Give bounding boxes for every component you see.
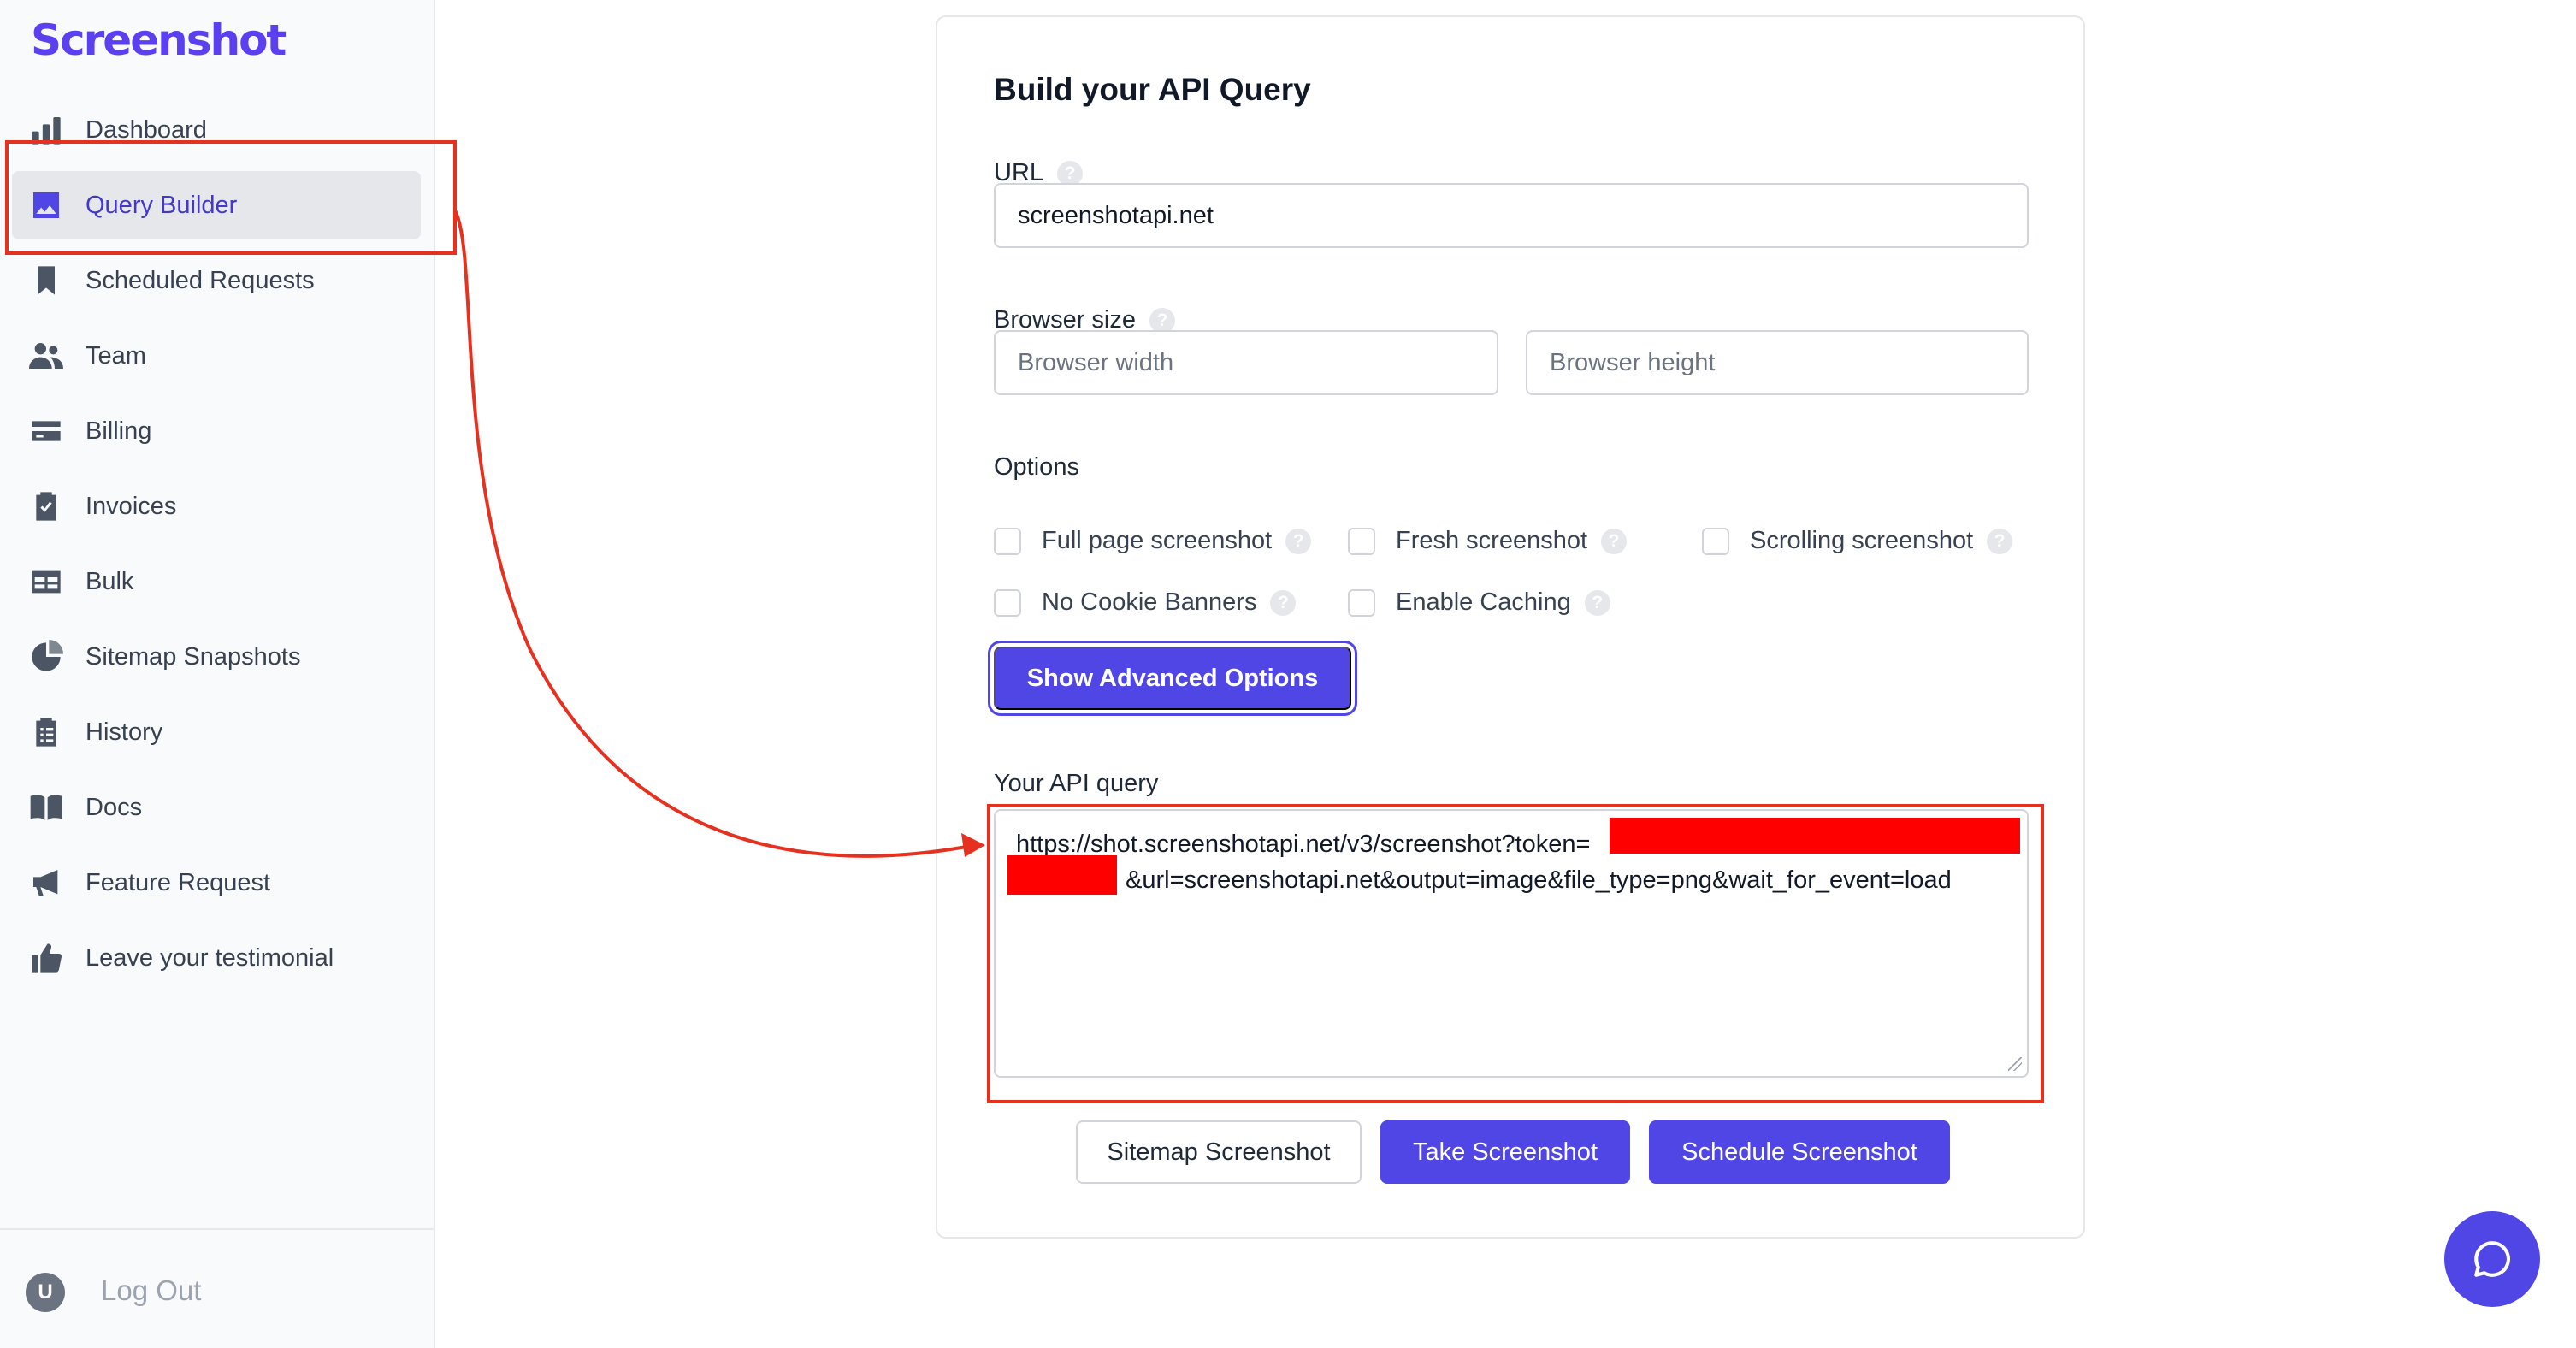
sidebar-footer: U Log Out bbox=[0, 1228, 435, 1348]
pie-chart-icon bbox=[29, 640, 63, 674]
page-title: Build your API Query bbox=[994, 72, 1311, 107]
token-redaction bbox=[1007, 855, 1117, 895]
api-query-text-1: https://shot.screenshotapi.net/v3/screen… bbox=[1016, 831, 1591, 858]
brand-logo[interactable]: Screenshot bbox=[31, 15, 287, 65]
sidebar-item-team[interactable]: Team bbox=[12, 322, 421, 390]
browser-width-input[interactable] bbox=[994, 330, 1498, 395]
schedule-screenshot-button[interactable]: Schedule Screenshot bbox=[1649, 1120, 1950, 1184]
clipboard-list-icon bbox=[29, 715, 63, 749]
help-icon[interactable]: ? bbox=[1057, 160, 1084, 186]
sidebar-item-label: Scheduled Requests bbox=[86, 266, 315, 294]
app-root: Screenshot Dashboard Query Builder Sched… bbox=[0, 0, 2576, 1348]
help-icon[interactable]: ? bbox=[1584, 589, 1610, 616]
sidebar-item-label: Invoices bbox=[86, 492, 177, 520]
option-enable-caching[interactable]: Enable Caching ? bbox=[1348, 588, 1610, 617]
browser-height-input[interactable] bbox=[1526, 330, 2029, 395]
sidebar-item-docs[interactable]: Docs bbox=[12, 773, 421, 842]
fresh-checkbox[interactable] bbox=[1348, 527, 1375, 555]
bar-chart-icon bbox=[29, 113, 63, 147]
full-page-checkbox[interactable] bbox=[994, 527, 1021, 555]
sidebar-item-label: Billing bbox=[86, 417, 152, 445]
sidebar-item-leave-testimonial[interactable]: Leave your testimonial bbox=[12, 924, 421, 992]
sidebar-item-billing[interactable]: Billing bbox=[12, 397, 421, 465]
option-full-page-screenshot[interactable]: Full page screenshot ? bbox=[994, 527, 1312, 555]
credit-card-icon bbox=[29, 414, 63, 448]
options-label: Options bbox=[994, 453, 1079, 482]
bookmark-icon bbox=[29, 263, 63, 298]
options-label-text: Options bbox=[994, 453, 1079, 481]
option-scrolling-screenshot[interactable]: Scrolling screenshot ? bbox=[1702, 527, 2013, 555]
scrolling-checkbox[interactable] bbox=[1702, 527, 1729, 555]
sidebar-item-label: Query Builder bbox=[86, 191, 238, 219]
help-icon[interactable]: ? bbox=[1601, 528, 1628, 554]
query-builder-card: Build your API Query URL ? Browser size … bbox=[936, 15, 2085, 1239]
option-label: Scrolling screenshot bbox=[1750, 527, 1974, 554]
book-open-icon bbox=[29, 790, 63, 825]
clipboard-check-icon bbox=[29, 489, 63, 523]
token-redaction bbox=[1610, 818, 2020, 854]
sidebar-item-label: History bbox=[86, 718, 163, 746]
help-icon[interactable]: ? bbox=[1149, 307, 1175, 334]
table-icon bbox=[29, 565, 63, 599]
sidebar-item-label: Bulk bbox=[86, 567, 134, 595]
sidebar-item-scheduled-requests[interactable]: Scheduled Requests bbox=[12, 246, 421, 315]
resize-handle[interactable] bbox=[2008, 1057, 2022, 1071]
option-label: Fresh screenshot bbox=[1396, 527, 1588, 554]
sidebar-item-sitemap-snapshots[interactable]: Sitemap Snapshots bbox=[12, 623, 421, 691]
no-cookie-banners-checkbox[interactable] bbox=[994, 588, 1021, 617]
sidebar-item-feature-request[interactable]: Feature Request bbox=[12, 848, 421, 917]
api-query-line-2: &url=screenshotapi.net&output=image&file… bbox=[1016, 862, 2006, 898]
option-label: Full page screenshot bbox=[1042, 527, 1273, 554]
show-advanced-options-button[interactable]: Show Advanced Options bbox=[994, 647, 1351, 710]
sidebar-item-query-builder[interactable]: Query Builder bbox=[12, 171, 421, 239]
help-icon[interactable]: ? bbox=[1285, 528, 1312, 554]
sidebar-item-bulk[interactable]: Bulk bbox=[12, 547, 421, 616]
api-query-label-text: Your API query bbox=[994, 770, 1159, 797]
users-icon bbox=[29, 339, 63, 373]
sidebar-item-label: Docs bbox=[86, 793, 143, 821]
avatar[interactable]: U bbox=[26, 1273, 65, 1312]
sidebar-item-history[interactable]: History bbox=[12, 698, 421, 766]
option-label: Enable Caching bbox=[1396, 588, 1571, 616]
option-label: No Cookie Banners bbox=[1042, 588, 1257, 616]
option-fresh-screenshot[interactable]: Fresh screenshot ? bbox=[1348, 527, 1628, 555]
sidebar-item-label: Leave your testimonial bbox=[86, 943, 334, 972]
sidebar: Screenshot Dashboard Query Builder Sched… bbox=[0, 0, 435, 1348]
chat-bubble-icon bbox=[2474, 1241, 2510, 1277]
sidebar-item-dashboard[interactable]: Dashboard bbox=[12, 96, 421, 164]
enable-caching-checkbox[interactable] bbox=[1348, 588, 1375, 617]
megaphone-icon bbox=[29, 866, 63, 900]
sidebar-item-label: Team bbox=[86, 341, 146, 370]
sitemap-screenshot-button[interactable]: Sitemap Screenshot bbox=[1076, 1120, 1362, 1184]
api-query-text-2: &url=screenshotapi.net&output=image&file… bbox=[1126, 866, 1952, 894]
sidebar-item-label: Dashboard bbox=[86, 115, 207, 144]
take-screenshot-button[interactable]: Take Screenshot bbox=[1380, 1120, 1630, 1184]
sidebar-item-label: Feature Request bbox=[86, 868, 271, 896]
chat-widget-button[interactable] bbox=[2444, 1211, 2540, 1307]
option-no-cookie-banners[interactable]: No Cookie Banners ? bbox=[994, 588, 1297, 617]
sidebar-item-label: Sitemap Snapshots bbox=[86, 642, 301, 671]
help-icon[interactable]: ? bbox=[1987, 528, 2013, 554]
logout-link[interactable]: Log Out bbox=[101, 1274, 201, 1307]
thumbs-up-icon bbox=[29, 941, 63, 975]
help-icon[interactable]: ? bbox=[1270, 589, 1297, 616]
image-icon bbox=[29, 188, 63, 222]
api-query-label: Your API query bbox=[994, 770, 1158, 798]
sidebar-item-invoices[interactable]: Invoices bbox=[12, 472, 421, 541]
url-input[interactable] bbox=[994, 183, 2029, 248]
